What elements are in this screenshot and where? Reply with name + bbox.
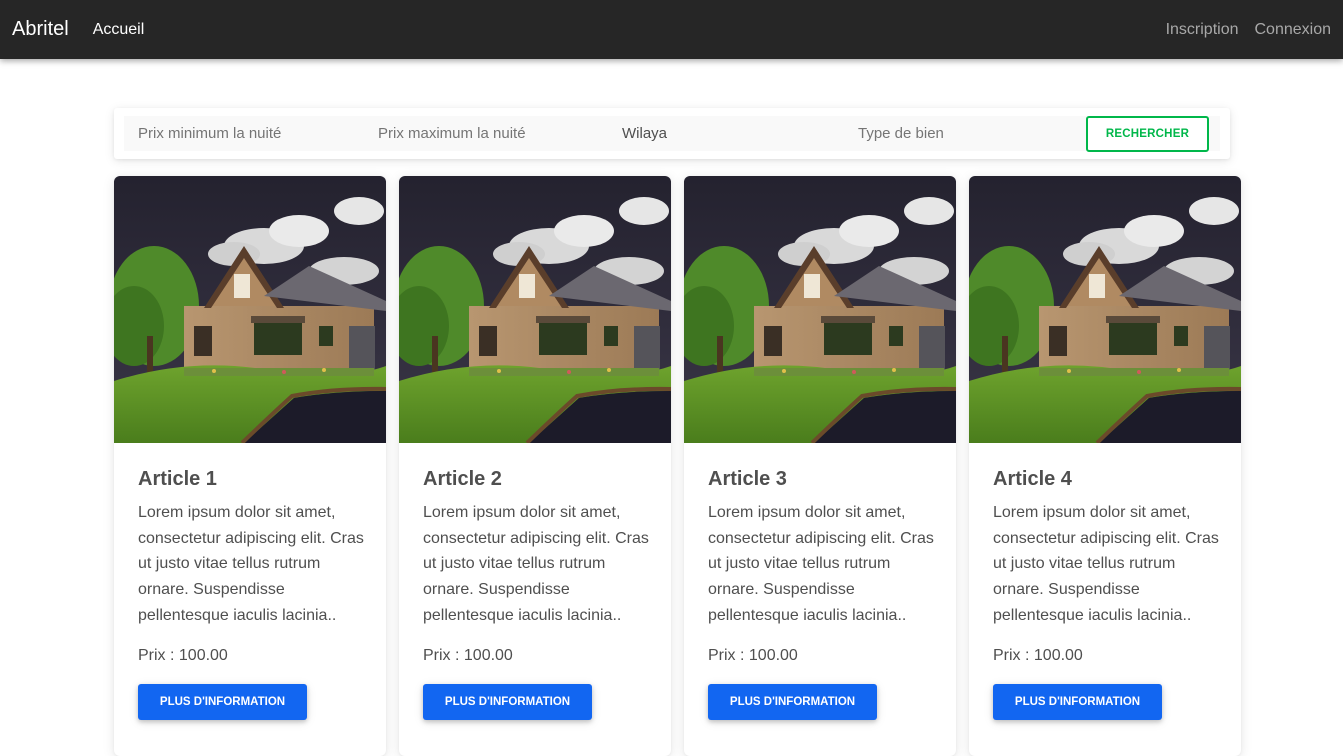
more-info-button[interactable]: PLUS D'INFORMATION (993, 684, 1162, 720)
house-photo (684, 176, 956, 443)
more-info-button[interactable]: PLUS D'INFORMATION (423, 684, 592, 720)
wilaya-select[interactable]: Wilaya (622, 125, 667, 142)
nav-link-home[interactable]: Accueil (93, 21, 145, 39)
card-description: Lorem ipsum dolor sit amet, consectetur … (993, 504, 1219, 624)
search-button[interactable]: RECHERCHER (1086, 116, 1209, 152)
property-type-input[interactable]: Type de bien (858, 125, 944, 142)
max-price-input[interactable]: Prix maximum la nuité (378, 125, 526, 142)
house-photo (114, 176, 386, 443)
card-price: Prix : 100.00 (708, 647, 798, 664)
nav-link-login[interactable]: Connexion (1255, 21, 1332, 39)
search-fields-container (124, 116, 1220, 151)
navbar: Abritel Accueil Inscription Connexion (0, 0, 1343, 59)
card-price: Prix : 100.00 (138, 647, 228, 664)
article-card: Article 4 Lorem ipsum dolor sit amet, co… (969, 176, 1241, 756)
card-title: Article 2 (423, 468, 502, 490)
card-title: Article 4 (993, 468, 1072, 490)
nav-right: Inscription Connexion (1166, 21, 1331, 39)
search-bar: Prix minimum la nuité Prix maximum la nu… (114, 108, 1230, 159)
article-card: Article 2 Lorem ipsum dolor sit amet, co… (399, 176, 671, 756)
nav-link-register[interactable]: Inscription (1166, 21, 1239, 39)
brand-logo[interactable]: Abritel (12, 18, 69, 41)
card-description: Lorem ipsum dolor sit amet, consectetur … (138, 504, 364, 624)
house-photo (399, 176, 671, 443)
card-price: Prix : 100.00 (993, 647, 1083, 664)
house-photo (969, 176, 1241, 443)
article-card: Article 3 Lorem ipsum dolor sit amet, co… (684, 176, 956, 756)
article-card: Article 1 Lorem ipsum dolor sit amet, co… (114, 176, 386, 756)
card-description: Lorem ipsum dolor sit amet, consectetur … (423, 504, 649, 624)
min-price-input[interactable]: Prix minimum la nuité (138, 125, 281, 142)
card-title: Article 1 (138, 468, 217, 490)
card-price: Prix : 100.00 (423, 647, 513, 664)
more-info-button[interactable]: PLUS D'INFORMATION (708, 684, 877, 720)
card-description: Lorem ipsum dolor sit amet, consectetur … (708, 504, 934, 624)
more-info-button[interactable]: PLUS D'INFORMATION (138, 684, 307, 720)
card-title: Article 3 (708, 468, 787, 490)
